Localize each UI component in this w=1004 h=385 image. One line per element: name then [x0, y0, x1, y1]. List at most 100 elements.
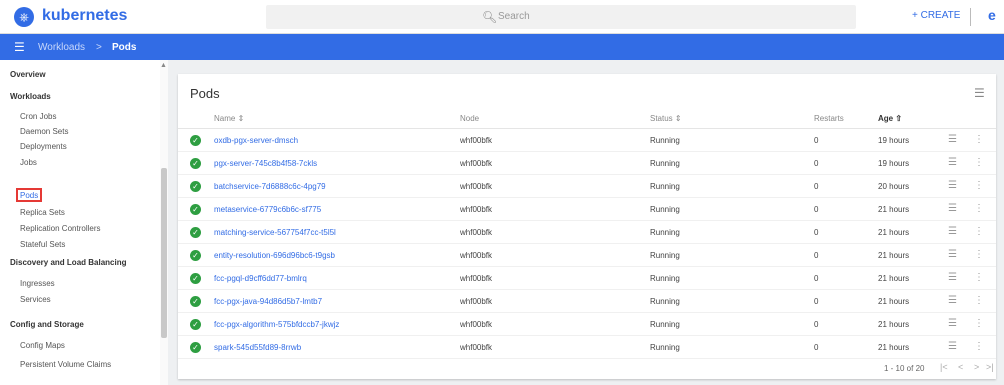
table-row[interactable]: ✓ pgx-server-745c8b4f58-7ckls whf00bfk Runn… [178, 153, 996, 175]
last-page-icon[interactable]: >| [986, 362, 994, 372]
sidebar-item-replication-controllers[interactable]: Replication Controllers [20, 224, 100, 233]
sidebar-item-jobs[interactable]: Jobs [20, 158, 37, 167]
pod-node: whf00bfk [460, 343, 493, 352]
sidebar-item-persistent-volume-claims[interactable]: Persistent Volume Claims [20, 360, 111, 369]
pod-name-link[interactable]: fcc-pgql-d9cff6dd77-bmlrq [214, 274, 307, 283]
more-vert-icon[interactable]: ⋮ [974, 272, 984, 283]
next-page-icon[interactable]: > [974, 362, 979, 372]
pod-name-link[interactable]: fcc-pgx-java-94d86d5b7-lmtb7 [214, 297, 322, 306]
logs-icon[interactable]: ☰ [948, 295, 957, 306]
table-row[interactable]: ✓ oxdb-pgx-server-dmsch whf00bfk Running 0 19… [178, 130, 996, 152]
card-title: Pods [190, 86, 220, 101]
more-vert-icon[interactable]: ⋮ [974, 157, 984, 168]
pod-node: whf00bfk [460, 320, 493, 329]
logs-icon[interactable]: ☰ [948, 318, 957, 329]
logs-icon[interactable]: ☰ [948, 180, 957, 191]
pod-node: whf00bfk [460, 274, 493, 283]
pod-name-link[interactable]: matching-service-567754f7cc-t5l5l [214, 228, 336, 237]
pagination-range: 1 - 10 of 20 [884, 364, 925, 373]
pod-restarts: 0 [814, 343, 819, 352]
account-icon[interactable]: e [988, 7, 996, 23]
sidebar-item-deployments[interactable]: Deployments [20, 142, 67, 151]
scroll-up-icon[interactable]: ▲ [160, 62, 167, 69]
column-header-status[interactable]: Status ⇕ [650, 114, 682, 123]
sidebar-section-discovery[interactable]: Discovery and Load Balancing [10, 258, 126, 267]
pod-age: 21 hours [878, 297, 910, 306]
filter-icon[interactable]: ☰ [974, 86, 985, 100]
sidebar-item-cron-jobs[interactable]: Cron Jobs [20, 112, 56, 121]
sidebar-scroll-thumb[interactable] [161, 168, 167, 338]
logs-icon[interactable]: ☰ [948, 341, 957, 352]
breadcrumb-workloads[interactable]: Workloads [38, 42, 85, 53]
more-vert-icon[interactable]: ⋮ [974, 318, 984, 329]
table-row[interactable]: ✓ fcc-pgx-algorithm-575bfdccb7-jkwjz whf00… [178, 314, 996, 336]
kubernetes-logo-icon[interactable]: ⎈ [14, 7, 34, 27]
logs-icon[interactable]: ☰ [948, 272, 957, 283]
pod-name-link[interactable]: fcc-pgx-algorithm-575bfdccb7-jkwjz [214, 320, 339, 329]
prev-page-icon[interactable]: < [958, 362, 963, 372]
sidebar-item-pods[interactable]: Pods [20, 191, 38, 200]
create-button[interactable]: + CREATE [912, 10, 960, 21]
pod-restarts: 0 [814, 136, 819, 145]
table-row[interactable]: ✓ batchservice-7d6888c6c-4pg79 whf00bfk Run… [178, 176, 996, 198]
brand-name[interactable]: kubernetes [42, 7, 127, 25]
more-vert-icon[interactable]: ⋮ [974, 203, 984, 214]
table-row[interactable]: ✓ entity-resolution-696d96bc6-t9gsb whf00b… [178, 245, 996, 267]
column-header-name[interactable]: Name ⇕ [214, 114, 244, 123]
menu-icon[interactable]: ☰ [14, 40, 25, 54]
column-header-age[interactable]: Age ⇧ [878, 114, 902, 123]
sidebar-item-replica-sets[interactable]: Replica Sets [20, 208, 65, 217]
table-row[interactable]: ✓ fcc-pgx-java-94d86d5b7-lmtb7 whf00bfk Run… [178, 291, 996, 313]
sidebar-item-stateful-sets[interactable]: Stateful Sets [20, 240, 65, 249]
sidebar-item-services[interactable]: Services [20, 295, 51, 304]
logs-icon[interactable]: ☰ [948, 157, 957, 168]
pod-name-link[interactable]: pgx-server-745c8b4f58-7ckls [214, 159, 317, 168]
table-row[interactable]: ✓ spark-545d55fd89-8rrwb whf00bfk Running 0 2… [178, 337, 996, 359]
check-circle-icon: ✓ [190, 204, 201, 215]
check-circle-icon: ✓ [190, 158, 201, 169]
pod-restarts: 0 [814, 274, 819, 283]
pod-restarts: 0 [814, 159, 819, 168]
more-vert-icon[interactable]: ⋮ [974, 295, 984, 306]
breadcrumb-bar: ☰ Workloads > Pods [0, 34, 1004, 60]
pod-node: whf00bfk [460, 205, 493, 214]
search-icon: 🔍︎ [482, 10, 498, 24]
pod-name-link[interactable]: oxdb-pgx-server-dmsch [214, 136, 298, 145]
logs-icon[interactable]: ☰ [948, 226, 957, 237]
pod-age: 21 hours [878, 343, 910, 352]
pod-name-link[interactable]: entity-resolution-696d96bc6-t9gsb [214, 251, 335, 260]
first-page-icon[interactable]: |< [940, 362, 948, 372]
sidebar-item-ingresses[interactable]: Ingresses [20, 279, 55, 288]
pod-name-link[interactable]: metaservice-6779c6b6c-sf775 [214, 205, 321, 214]
pod-restarts: 0 [814, 320, 819, 329]
table-row[interactable]: ✓ metaservice-6779c6b6c-sf775 whf00bfk Runn… [178, 199, 996, 221]
check-circle-icon: ✓ [190, 342, 201, 353]
logs-icon[interactable]: ☰ [948, 203, 957, 214]
sidebar-item-overview[interactable]: Overview [10, 70, 46, 79]
sidebar-item-config-maps[interactable]: Config Maps [20, 341, 65, 350]
more-vert-icon[interactable]: ⋮ [974, 341, 984, 352]
search-input[interactable]: 🔍︎ Search [266, 5, 856, 29]
table-row[interactable]: ✓ matching-service-567754f7cc-t5l5l whf00b… [178, 222, 996, 244]
pod-name-link[interactable]: spark-545d55fd89-8rrwb [214, 343, 301, 352]
logs-icon[interactable]: ☰ [948, 134, 957, 145]
check-circle-icon: ✓ [190, 273, 201, 284]
pod-name-link[interactable]: batchservice-7d6888c6c-4pg79 [214, 182, 326, 191]
check-circle-icon: ✓ [190, 319, 201, 330]
search-placeholder: Search [498, 11, 530, 22]
more-vert-icon[interactable]: ⋮ [974, 180, 984, 191]
logs-icon[interactable]: ☰ [948, 249, 957, 260]
sidebar-section-workloads[interactable]: Workloads [10, 92, 51, 101]
table-row[interactable]: ✓ fcc-pgql-d9cff6dd77-bmlrq whf00bfk Runnin… [178, 268, 996, 290]
more-vert-icon[interactable]: ⋮ [974, 249, 984, 260]
sidebar-item-daemon-sets[interactable]: Daemon Sets [20, 127, 68, 136]
pod-status: Running [650, 136, 680, 145]
top-bar: ⎈ kubernetes 🔍︎ Search + CREATE e [0, 0, 1004, 34]
more-vert-icon[interactable]: ⋮ [974, 134, 984, 145]
pod-restarts: 0 [814, 251, 819, 260]
pod-status: Running [650, 159, 680, 168]
sidebar-section-config[interactable]: Config and Storage [10, 320, 84, 329]
check-circle-icon: ✓ [190, 296, 201, 307]
pod-age: 21 hours [878, 251, 910, 260]
more-vert-icon[interactable]: ⋮ [974, 226, 984, 237]
